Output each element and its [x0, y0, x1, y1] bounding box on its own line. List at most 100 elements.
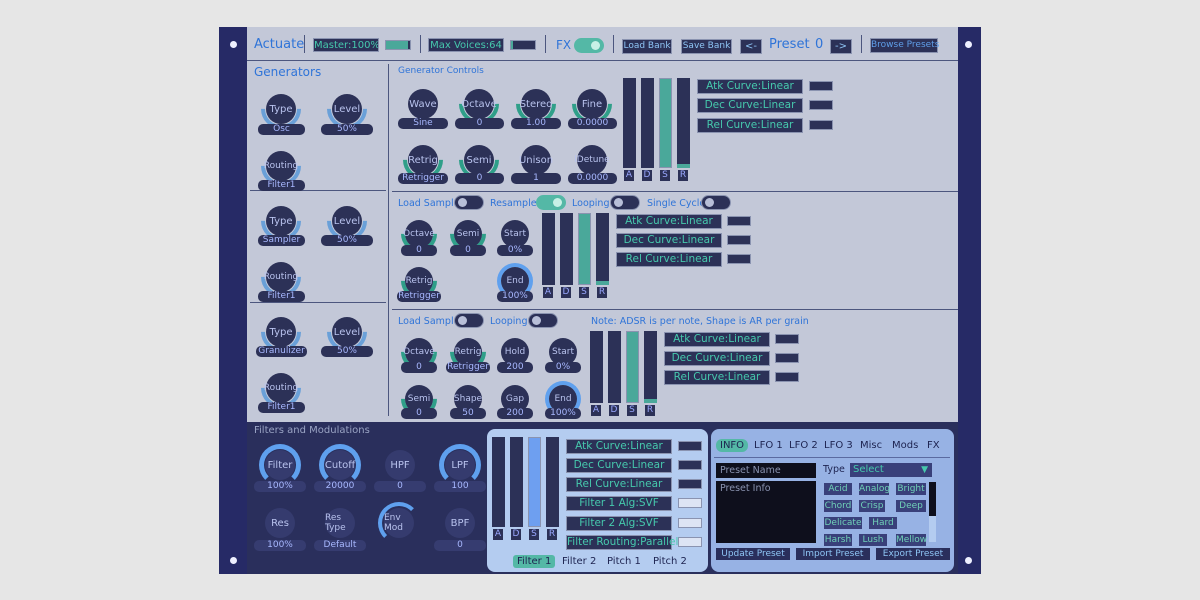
filter-adsr-decay-slider[interactable] — [510, 437, 523, 527]
granular-adsr-decay-slider[interactable] — [608, 331, 621, 403]
res-knob[interactable]: Res — [265, 508, 295, 538]
next-preset-button[interactable]: -> — [830, 39, 852, 54]
osc-detune-knob[interactable]: lDetune — [574, 145, 610, 175]
tab-pitch-2[interactable]: Pitch 2 — [653, 556, 687, 567]
prev-preset-button[interactable]: <- — [740, 39, 762, 54]
granular-adsr-attack-slider[interactable] — [590, 331, 603, 403]
granular-attack-curve-box[interactable] — [775, 334, 799, 344]
tab-filter-1[interactable]: Filter 1 — [513, 555, 556, 568]
granular-decay-curve-box[interactable] — [775, 353, 799, 363]
sampler-adsr-attack-slider[interactable] — [542, 213, 555, 285]
sampler-octave-knob[interactable]: Octave — [403, 220, 435, 248]
osc-attack-curve[interactable]: Atk Curve:Linear — [697, 79, 803, 94]
tag-lush[interactable]: Lush — [859, 534, 887, 546]
tab-info[interactable]: INFO — [716, 439, 749, 452]
osc-wave-knob[interactable]: Wave — [408, 89, 438, 119]
hpf-knob[interactable]: HPF — [385, 450, 415, 480]
preset-name-input[interactable]: Preset Name — [716, 463, 816, 478]
tag-chord[interactable]: Chord — [824, 500, 852, 512]
filter-decay-curve[interactable]: Dec Curve:Linear — [566, 458, 672, 473]
filter-decay-curve-box[interactable] — [678, 460, 702, 470]
tag-mellow[interactable]: Mellow — [896, 534, 927, 546]
gen2-routing-knob[interactable]: Routing — [264, 262, 298, 292]
preset-info-textarea[interactable]: Preset Info — [716, 481, 816, 543]
filter2-algorithm[interactable]: Filter 2 Alg:SVF — [566, 516, 672, 531]
sampler-load-sample-toggle[interactable] — [454, 195, 484, 210]
sampler-resample-toggle[interactable] — [536, 195, 566, 210]
sampler-decay-curve-box[interactable] — [727, 235, 751, 245]
osc-adsr-decay-slider[interactable] — [641, 78, 654, 168]
gen3-routing-knob[interactable]: Routing — [264, 373, 298, 403]
gen1-level-knob[interactable]: Level — [332, 94, 362, 124]
osc-adsr-release-slider[interactable] — [677, 78, 690, 168]
tab-mods[interactable]: Mods — [892, 440, 918, 451]
sampler-attack-curve[interactable]: Atk Curve:Linear — [616, 214, 722, 229]
sampler-adsr-release-slider[interactable] — [596, 213, 609, 285]
tag-crisp[interactable]: Crisp — [859, 500, 885, 512]
tab-lfo-3[interactable]: LFO 3 — [824, 440, 853, 451]
filter-release-curve[interactable]: Rel Curve:Linear — [566, 477, 672, 492]
save-bank-button[interactable]: Save Bank — [681, 39, 732, 54]
osc-adsr-sustain-slider[interactable] — [659, 78, 672, 168]
sampler-release-curve[interactable]: Rel Curve:Linear — [616, 252, 722, 267]
import-preset-button[interactable]: Import Preset — [796, 548, 870, 560]
gen1-type-knob[interactable]: Type — [266, 94, 296, 124]
gen2-level-knob[interactable]: Level — [332, 206, 362, 236]
tab-lfo-1[interactable]: LFO 1 — [754, 440, 783, 451]
granular-decay-curve[interactable]: Dec Curve:Linear — [664, 351, 770, 366]
filter-routing-box[interactable] — [678, 537, 702, 547]
osc-decay-curve-box[interactable] — [809, 100, 833, 110]
filter-adsr-attack-slider[interactable] — [492, 437, 505, 527]
master-volume-slider[interactable] — [385, 40, 411, 50]
fx-toggle[interactable] — [574, 38, 604, 53]
sampler-load-sample-label[interactable]: Load Sample — [398, 198, 459, 209]
gen1-routing-knob[interactable]: Routing — [264, 151, 298, 181]
filter-release-curve-box[interactable] — [678, 479, 702, 489]
filter-routing[interactable]: Filter Routing:Parallel — [566, 535, 678, 550]
load-bank-button[interactable]: Load Bank — [622, 39, 672, 54]
granular-looping-toggle[interactable] — [528, 313, 558, 328]
env-mod-knob[interactable]: Env Mod — [384, 508, 414, 538]
granular-release-curve-box[interactable] — [775, 372, 799, 382]
update-preset-button[interactable]: Update Preset — [716, 548, 790, 560]
granular-release-curve[interactable]: Rel Curve:Linear — [664, 370, 770, 385]
sampler-looping-toggle[interactable] — [610, 195, 640, 210]
sampler-decay-curve[interactable]: Dec Curve:Linear — [616, 233, 722, 248]
osc-stereo-knob[interactable]: Stereo — [520, 89, 552, 119]
cutoff-knob[interactable]: Cutoff — [325, 450, 355, 480]
granular-adsr-sustain-slider[interactable] — [626, 331, 639, 403]
type-select[interactable]: Select ▼ — [850, 463, 932, 477]
filter-attack-curve[interactable]: Atk Curve:Linear — [566, 439, 672, 454]
osc-decay-curve[interactable]: Dec Curve:Linear — [697, 98, 803, 113]
filter1-algorithm-box[interactable] — [678, 498, 702, 508]
osc-octave-knob[interactable]: Octave — [461, 89, 497, 119]
osc-adsr-attack-slider[interactable] — [623, 78, 636, 168]
bpf-knob[interactable]: BPF — [445, 508, 475, 538]
sampler-semi-knob[interactable]: Semi — [454, 220, 482, 248]
tab-lfo-2[interactable]: LFO 2 — [789, 440, 818, 451]
tag-acid[interactable]: Acid — [824, 483, 852, 495]
gen3-level-knob[interactable]: Level — [332, 317, 362, 347]
granular-load-sample-label[interactable]: Load Sample — [398, 316, 459, 327]
tag-analog[interactable]: Analog — [859, 483, 890, 495]
osc-release-curve[interactable]: Rel Curve:Linear — [697, 118, 803, 133]
tab-filter-2[interactable]: Filter 2 — [562, 556, 596, 567]
osc-fine-knob[interactable]: Fine — [577, 89, 607, 119]
granular-adsr-release-slider[interactable] — [644, 331, 657, 403]
osc-retrig-knob[interactable]: Retrig — [408, 145, 438, 175]
browse-presets-button[interactable]: Browse Presets — [870, 38, 939, 53]
tag-delicate[interactable]: Delicate — [824, 517, 862, 529]
filter-attack-curve-box[interactable] — [678, 441, 702, 451]
filter-adsr-release-slider[interactable] — [546, 437, 559, 527]
filter2-algorithm-box[interactable] — [678, 518, 702, 528]
tag-hard[interactable]: Hard — [869, 517, 897, 529]
filter1-algorithm[interactable]: Filter 1 Alg:SVF — [566, 496, 672, 511]
sampler-adsr-sustain-slider[interactable] — [578, 213, 591, 285]
sampler-single-cycle-toggle[interactable] — [701, 195, 731, 210]
tab-fx[interactable]: FX — [927, 440, 940, 451]
tag-deep[interactable]: Deep — [896, 500, 926, 512]
export-preset-button[interactable]: Export Preset — [876, 548, 950, 560]
tag-harsh[interactable]: Harsh — [824, 534, 852, 546]
sampler-start-knob[interactable]: Start — [501, 220, 529, 248]
tab-misc[interactable]: Misc — [860, 440, 882, 451]
